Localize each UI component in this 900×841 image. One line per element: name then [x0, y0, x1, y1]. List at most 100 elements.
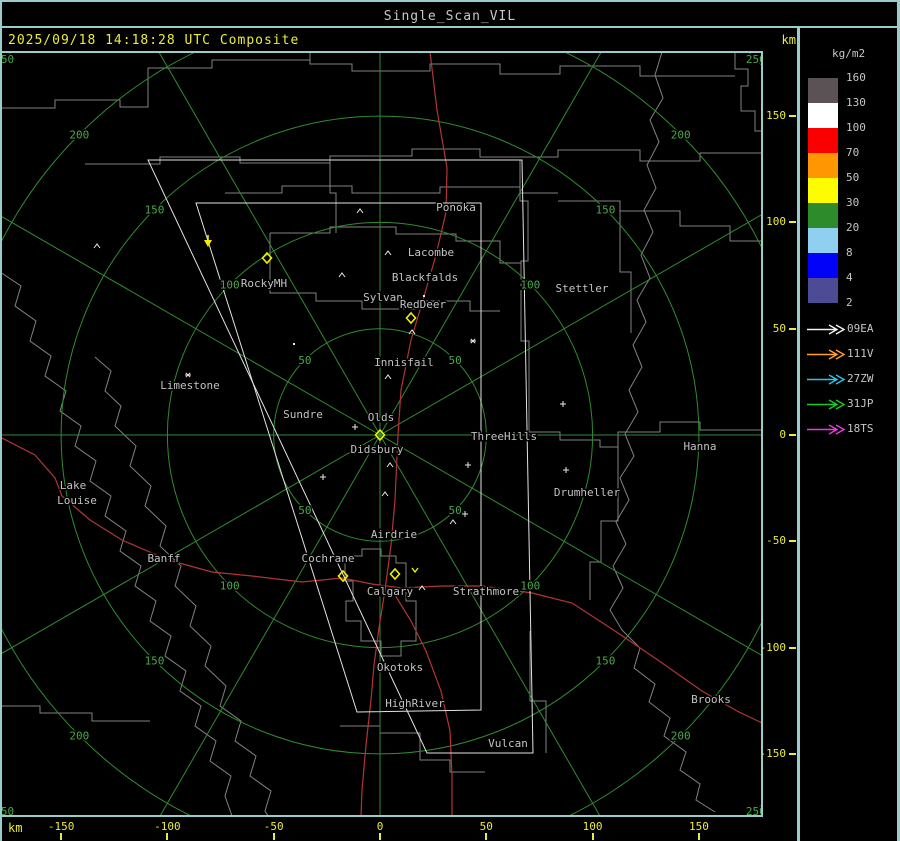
scale-swatch — [808, 203, 838, 228]
range-ring-label: 150 — [596, 204, 616, 217]
star-marker-icon — [470, 338, 476, 344]
track-id-label: 18TS — [847, 422, 874, 435]
bottom-tick-mark — [166, 833, 169, 840]
city-label-rockymh: RockyMH — [241, 277, 287, 290]
city-label-calgary: Calgary — [367, 585, 414, 598]
track-id-label: 27ZW — [847, 372, 874, 385]
range-ring-label: 100 — [520, 279, 540, 292]
city-label-lacombe: Lacombe — [408, 246, 454, 259]
city-label-vulcan: Vulcan — [488, 737, 528, 750]
bottom-tick-mark — [60, 833, 63, 840]
scale-value-label: 2 — [846, 296, 853, 309]
dot-marker-icon — [423, 295, 425, 297]
plus-marker-icon — [462, 511, 468, 517]
plus-marker-icon — [563, 467, 569, 473]
caret-marker-icon — [384, 250, 392, 256]
right-tick-label: 50 — [772, 321, 786, 335]
radar-spoke — [2, 434, 381, 654]
caret-marker-icon — [449, 519, 457, 525]
window-left-border — [0, 0, 2, 841]
range-ring-label: 50 — [298, 354, 311, 367]
scan-area-outline — [195, 202, 482, 713]
scale-value-label: 8 — [846, 246, 853, 259]
city-label-didsbury: Didsbury — [351, 443, 404, 456]
title-bar: Single_Scan_VIL — [0, 5, 900, 24]
right-tick-label: 100 — [766, 215, 786, 229]
window-top-border — [0, 0, 900, 2]
right-tick-label: -50 — [766, 534, 786, 548]
right-tick-mark — [789, 221, 796, 224]
range-ring-label: 200 — [69, 128, 89, 141]
scale-value-label: 160 — [846, 71, 866, 84]
city-label-ponoka: Ponoka — [436, 201, 476, 214]
city-label-strathmore: Strathmore — [453, 585, 519, 598]
city-label-limestone: Limestone — [160, 379, 220, 392]
track-arrow-111V — [807, 349, 846, 360]
map-bottom-border — [0, 815, 762, 817]
range-ring-label: 50 — [449, 504, 462, 517]
bottom-tick-label: -50 — [263, 820, 284, 833]
caret-marker-icon — [356, 208, 364, 214]
city-label-louise: Louise — [57, 494, 97, 507]
radar-spoke — [379, 434, 761, 656]
scale-value-label: 100 — [846, 121, 866, 134]
caret-marker-icon — [338, 272, 346, 278]
bottom-tick-label: -150 — [47, 820, 75, 833]
bottom-tick-mark — [591, 833, 594, 840]
scan-area-outlines — [147, 159, 534, 754]
county-boundary-lines — [2, 53, 761, 815]
range-ring-label: 250 — [0, 53, 14, 66]
right-tick-mark — [789, 752, 796, 755]
city-label-cochrane: Cochrane — [302, 552, 355, 565]
range-ring-50 — [273, 328, 487, 542]
track-arrow-icon — [204, 240, 212, 247]
window-title: Single_Scan_VIL — [383, 9, 517, 24]
caret-marker-icon — [381, 491, 389, 497]
bottom-tick-mark — [485, 833, 488, 840]
scale-swatch — [808, 153, 838, 178]
map-symbols — [93, 208, 569, 591]
arrow-icon — [807, 374, 846, 385]
range-ring-label: 50 — [449, 354, 462, 367]
arrow-icon — [807, 324, 846, 335]
scale-swatch — [808, 278, 838, 303]
scale-swatch — [808, 128, 838, 153]
radar-spoke — [379, 214, 761, 436]
track-arrow-31JP — [807, 399, 846, 410]
bottom-tick-label: -100 — [154, 820, 181, 833]
city-label-banff: Banff — [147, 552, 180, 565]
city-label-brooks: Brooks — [691, 693, 731, 706]
track-id-label: 31JP — [847, 397, 874, 410]
bottom-tick-mark — [379, 833, 381, 840]
bottom-tick-label: 100 — [582, 820, 603, 833]
range-ring-250 — [2, 53, 761, 815]
city-label-sundre: Sundre — [283, 408, 323, 421]
scan-area-outline — [147, 159, 534, 754]
city-label-airdrie: Airdrie — [371, 528, 417, 541]
range-rings — [2, 53, 761, 815]
track-arrow-27ZW — [807, 374, 846, 385]
scale-value-label: 70 — [846, 146, 860, 159]
plus-marker-icon — [320, 474, 326, 480]
bottom-tick-label: 50 — [479, 820, 493, 833]
city-label-reddeer: RedDeer — [400, 298, 447, 311]
right-axis-unit-label: km — [781, 33, 796, 47]
city-label-olds: Olds — [368, 411, 395, 424]
track-id-label: 111V — [847, 347, 874, 360]
title-separator — [0, 26, 900, 28]
scale-swatch — [808, 228, 838, 253]
city-label-sylvan: Sylvan — [363, 291, 403, 304]
track-arrow-18TS — [807, 424, 846, 435]
scale-swatch — [808, 78, 838, 103]
star-marker-icon — [185, 372, 191, 378]
scale-swatch — [808, 103, 838, 128]
plus-marker-icon — [352, 424, 358, 430]
hail-diamond-icon — [261, 251, 273, 265]
range-ring-label: 200 — [671, 730, 691, 743]
caret-marker-icon — [408, 329, 416, 335]
bottom-tick-mark — [272, 833, 275, 840]
scale-value-label: 4 — [846, 271, 853, 284]
radar-map: 50 50 50 50 100 100 100 100 150 150 150 150 200 200 20… — [0, 53, 761, 815]
caret-marker-icon — [418, 585, 426, 591]
radar-spoke — [158, 53, 381, 436]
